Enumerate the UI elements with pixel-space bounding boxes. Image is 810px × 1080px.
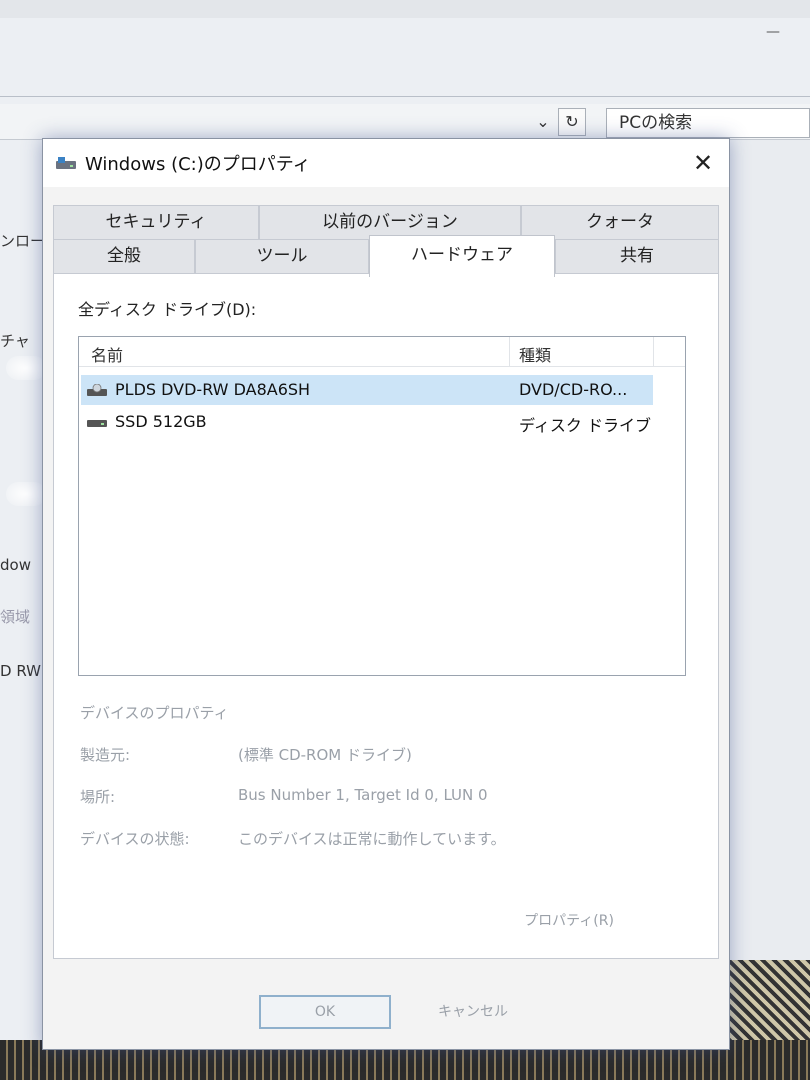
column-header-type[interactable]: 種類 xyxy=(519,342,551,366)
location-value: Bus Number 1, Target Id 0, LUN 0 xyxy=(238,786,488,804)
device-status-label: デバイスの状態: xyxy=(80,830,190,848)
nav-pane-fragment: チャ xyxy=(0,332,30,350)
column-header-name[interactable]: 名前 xyxy=(91,342,123,366)
tab-security[interactable]: セキュリティ xyxy=(53,205,259,239)
explorer-content-area xyxy=(728,140,810,970)
tab-hardware[interactable]: ハードウェア xyxy=(369,235,555,277)
dvd-drive-icon xyxy=(87,384,107,396)
ribbon-divider xyxy=(0,96,810,97)
explorer-top-strip xyxy=(0,0,810,18)
screen-glare xyxy=(6,482,46,506)
drive-icon xyxy=(56,157,76,169)
all-disks-label: 全ディスク ドライブ(D): xyxy=(78,300,257,319)
tab-tools[interactable]: ツール xyxy=(195,239,369,273)
tab-sharing[interactable]: 共有 xyxy=(555,239,719,273)
tab-quota[interactable]: クォータ xyxy=(521,205,719,239)
list-header: 名前 種類 xyxy=(79,337,685,367)
minimize-icon[interactable]: — xyxy=(766,24,780,40)
screen-glare xyxy=(6,356,46,380)
device-status-value: このデバイスは正常に動作しています。 xyxy=(238,830,506,848)
nav-pane-fragment: 領域 xyxy=(0,608,31,626)
nav-pane-fragment: dow xyxy=(0,556,31,574)
properties-dialog: Windows (C:)のプロパティ ✕ セキュリティ 以前のバージョン クォー… xyxy=(42,138,730,1050)
disk-drive-list[interactable]: 名前 種類 PLDS DVD-RW DA8A6SH DVD/CD-RO... S xyxy=(78,336,686,676)
list-item-type: DVD/CD-RO... xyxy=(519,380,628,399)
close-button[interactable]: ✕ xyxy=(685,147,721,179)
list-item[interactable]: SSD 512GB ディスク ドライブ xyxy=(81,407,653,437)
list-item-name: SSD 512GB xyxy=(115,412,207,431)
tab-strip: セキュリティ 以前のバージョン クォータ 全般 ツール ハードウェア 共有 xyxy=(53,205,719,277)
refresh-icon[interactable]: ↻ xyxy=(558,108,586,136)
search-input[interactable]: PCの検索 xyxy=(606,108,810,138)
dialog-titlebar: Windows (C:)のプロパティ ✕ xyxy=(43,139,729,187)
ok-button[interactable]: OK xyxy=(259,995,391,1029)
column-divider[interactable] xyxy=(653,337,654,367)
nav-pane-fragment: D RW xyxy=(0,662,41,680)
column-divider[interactable] xyxy=(509,337,510,367)
nav-pane-fragment: ンロー xyxy=(0,232,46,250)
hardware-tab-panel: 全ディスク ドライブ(D): 名前 種類 PLDS DVD-RW DA8A6SH… xyxy=(53,273,719,959)
tab-previous-versions[interactable]: 以前のバージョン xyxy=(259,205,521,239)
list-item-type: ディスク ドライブ xyxy=(519,416,651,435)
location-label: 場所: xyxy=(80,788,116,806)
disk-drive-icon xyxy=(87,420,107,427)
cancel-button[interactable]: キャンセル xyxy=(407,997,539,1029)
chevron-down-icon[interactable]: ⌄ xyxy=(532,110,554,134)
list-item[interactable]: PLDS DVD-RW DA8A6SH DVD/CD-RO... xyxy=(81,375,653,405)
list-item-name: PLDS DVD-RW DA8A6SH xyxy=(115,380,311,399)
properties-button[interactable]: プロパティ(R) xyxy=(492,906,646,938)
tab-general[interactable]: 全般 xyxy=(53,239,195,273)
dialog-title: Windows (C:)のプロパティ xyxy=(85,154,311,175)
manufacturer-value: (標準 CD-ROM ドライブ) xyxy=(238,746,412,764)
manufacturer-label: 製造元: xyxy=(80,746,131,764)
close-icon: ✕ xyxy=(692,149,714,177)
device-properties-title: デバイスのプロパティ xyxy=(80,704,229,722)
